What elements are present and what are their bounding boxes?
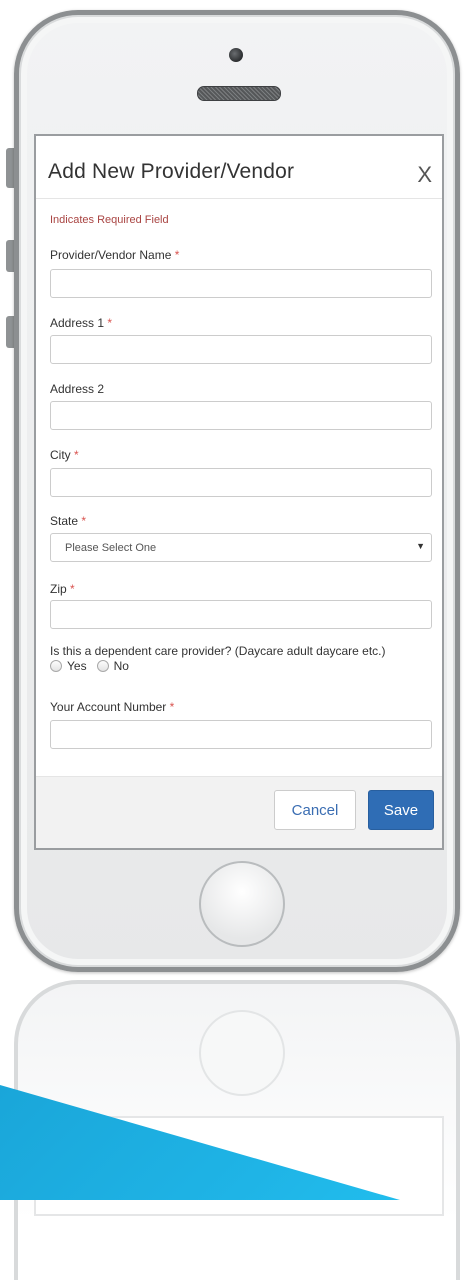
account-number-label: Your Account Number *: [50, 700, 175, 714]
state-label: State *: [50, 514, 87, 528]
camera-icon: [229, 48, 243, 62]
speaker-grille: [197, 86, 281, 101]
radio-yes-label[interactable]: Yes: [67, 659, 87, 673]
dependent-care-radio-group: Yes No: [50, 659, 139, 673]
city-label: City *: [50, 448, 79, 462]
required-mark: *: [70, 582, 75, 596]
modal-footer: Cancel Save: [36, 776, 442, 848]
account-number-input[interactable]: [50, 720, 432, 749]
required-mark: *: [169, 700, 175, 714]
required-field-note: Indicates Required Field: [50, 214, 169, 226]
close-icon[interactable]: X: [417, 162, 432, 188]
radio-no[interactable]: [96, 660, 109, 672]
home-button: [199, 861, 285, 947]
home-button-reflection: [199, 1010, 285, 1096]
required-mark: *: [174, 248, 180, 262]
modal-title: Add New Provider/Vendor: [48, 160, 295, 183]
state-select-value: Please Select One: [65, 542, 157, 554]
required-mark: *: [74, 448, 79, 462]
address2-input[interactable]: [50, 401, 432, 430]
dependent-care-question: Is this a dependent care provider? (Dayc…: [50, 644, 386, 658]
provider-name-input[interactable]: [50, 269, 432, 298]
required-mark: *: [81, 514, 87, 528]
state-select[interactable]: Please Select One ▼: [50, 533, 432, 562]
zip-input[interactable]: [50, 600, 432, 629]
address1-label: Address 1 *: [50, 316, 113, 330]
zip-label: Zip *: [50, 582, 75, 596]
radio-no-label[interactable]: No: [114, 659, 129, 673]
cancel-button[interactable]: Cancel: [274, 790, 356, 830]
address2-label: Address 2: [50, 382, 105, 396]
required-mark: *: [107, 316, 113, 330]
title-divider: [36, 198, 442, 199]
save-button[interactable]: Save: [368, 790, 434, 830]
provider-name-label: Provider/Vendor Name *: [50, 248, 180, 262]
radio-yes[interactable]: [50, 660, 62, 672]
city-input[interactable]: [50, 468, 432, 497]
phone-screen: Add New Provider/Vendor X Indicates Requ…: [34, 134, 444, 850]
address1-input[interactable]: [50, 335, 432, 364]
caret-down-icon: ▼: [416, 541, 425, 551]
